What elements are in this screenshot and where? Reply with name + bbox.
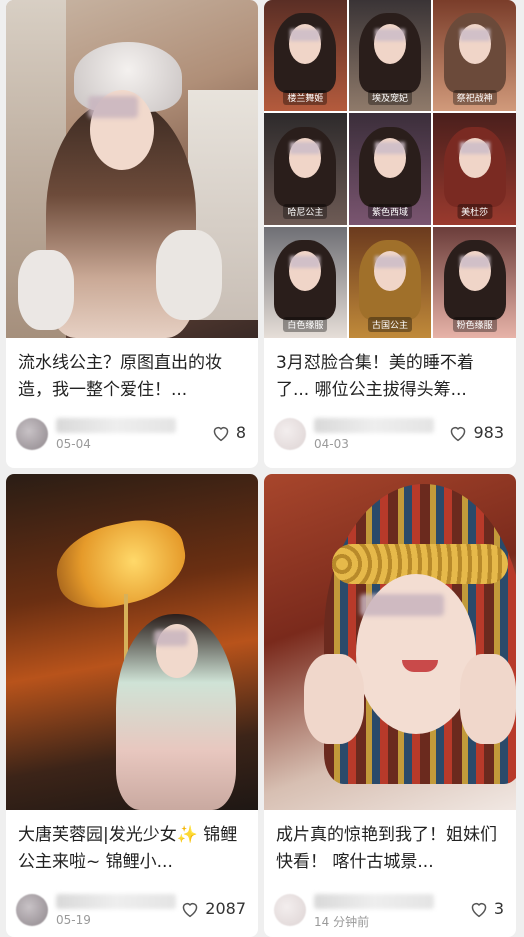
photo-collage: 楼兰舞姬 埃及宠妃 祭祀战神 哈尼公主 紫色西域 美杜莎 白色缘服 古国公主 粉… bbox=[264, 0, 516, 338]
like-count: 2087 bbox=[205, 899, 246, 918]
post-date: 14 分钟前 bbox=[314, 915, 370, 929]
like-count: 983 bbox=[473, 423, 504, 442]
note-cover-image[interactable] bbox=[264, 474, 516, 810]
hand-left bbox=[304, 654, 364, 744]
collage-label: 埃及宠妃 bbox=[367, 90, 412, 106]
collage-cell: 楼兰舞姬 bbox=[264, 0, 347, 112]
author-avatar[interactable] bbox=[274, 418, 306, 450]
heart-outline-icon bbox=[451, 426, 466, 441]
collage-label: 楼兰舞姬 bbox=[283, 90, 328, 106]
heart-outline-icon bbox=[213, 426, 229, 441]
note-card[interactable]: 流水线公主？原图直出的妆造，我一整个爱住！... 05-04 8 bbox=[6, 0, 258, 468]
fur-cuff-left bbox=[18, 250, 74, 330]
collage-label: 美杜莎 bbox=[457, 203, 493, 219]
author-avatar[interactable] bbox=[16, 894, 48, 926]
like-button[interactable]: 983 bbox=[448, 423, 504, 442]
like-button[interactable]: 3 bbox=[469, 899, 504, 918]
note-meta: 05-19 2087 bbox=[16, 894, 246, 928]
author-name-blurred[interactable] bbox=[314, 894, 434, 909]
post-date: 05-19 bbox=[56, 913, 91, 927]
like-button[interactable]: 8 bbox=[211, 423, 246, 442]
note-cover-image[interactable] bbox=[6, 0, 258, 338]
note-card[interactable]: 大唐芙蓉园|发光少女✨ 锦鲤公主来啦~ 锦鲤小... 05-19 2087 bbox=[6, 474, 258, 937]
author-name-blurred[interactable] bbox=[314, 418, 434, 433]
collage-cell: 祭祀战神 bbox=[433, 0, 516, 112]
heart-outline-icon bbox=[471, 902, 487, 917]
collage-cell: 紫色西域 bbox=[348, 113, 432, 225]
note-card[interactable]: 成片真的惊艳到我了！姐妹们快看！ 喀什古城景... 14 分钟前 3 bbox=[264, 474, 516, 937]
face-blur bbox=[154, 630, 188, 646]
face-blur bbox=[360, 594, 444, 616]
note-cover-image[interactable]: 楼兰舞姬 埃及宠妃 祭祀战神 哈尼公主 紫色西域 美杜莎 白色缘服 古国公主 粉… bbox=[264, 0, 516, 338]
koi-lantern bbox=[49, 511, 193, 617]
author-name-blurred[interactable] bbox=[56, 894, 176, 909]
collage-cell: 粉色缘服 bbox=[433, 226, 516, 338]
collage-cell: 埃及宠妃 bbox=[348, 0, 432, 112]
collage-cell: 美杜莎 bbox=[433, 113, 516, 225]
like-button[interactable]: 2087 bbox=[180, 899, 246, 918]
heart-outline-icon bbox=[182, 902, 198, 917]
collage-label: 古国公主 bbox=[367, 317, 412, 332]
fur-cuff-right bbox=[156, 230, 222, 320]
collage-cell: 白色缘服 bbox=[264, 226, 347, 338]
author-avatar[interactable] bbox=[16, 418, 48, 450]
collage-label: 白色缘服 bbox=[283, 317, 328, 332]
face-blur bbox=[88, 96, 138, 118]
note-title[interactable]: 大唐芙蓉园|发光少女✨ 锦鲤公主来啦~ 锦鲤小... bbox=[18, 822, 246, 876]
like-count: 3 bbox=[493, 899, 504, 918]
author-name-blurred[interactable] bbox=[56, 418, 176, 433]
collage-label: 粉色缘服 bbox=[452, 317, 497, 332]
note-meta: 05-04 8 bbox=[16, 418, 246, 452]
hand-right bbox=[460, 654, 516, 744]
collage-label: 紫色西域 bbox=[367, 203, 412, 219]
collage-cell: 哈尼公主 bbox=[264, 113, 347, 225]
note-meta: 14 分钟前 3 bbox=[274, 894, 504, 929]
note-title[interactable]: 成片真的惊艳到我了！姐妹们快看！ 喀什古城景... bbox=[276, 822, 504, 876]
note-title[interactable]: 流水线公主？原图直出的妆造，我一整个爱住！... bbox=[18, 350, 246, 404]
author-avatar[interactable] bbox=[274, 894, 306, 926]
note-cover-image[interactable] bbox=[6, 474, 258, 810]
like-count: 8 bbox=[235, 423, 246, 442]
note-meta: 04-03 983 bbox=[274, 418, 504, 452]
post-date: 05-04 bbox=[56, 437, 91, 451]
collage-cell: 古国公主 bbox=[348, 226, 432, 338]
note-card[interactable]: 楼兰舞姬 埃及宠妃 祭祀战神 哈尼公主 紫色西域 美杜莎 白色缘服 古国公主 粉… bbox=[264, 0, 516, 468]
post-date: 04-03 bbox=[314, 437, 349, 451]
note-title[interactable]: 3月怼脸合集！美的睡不着了... 哪位公主拔得头筹... bbox=[276, 350, 504, 404]
collage-label: 哈尼公主 bbox=[283, 203, 328, 219]
collage-label: 祭祀战神 bbox=[452, 90, 497, 106]
